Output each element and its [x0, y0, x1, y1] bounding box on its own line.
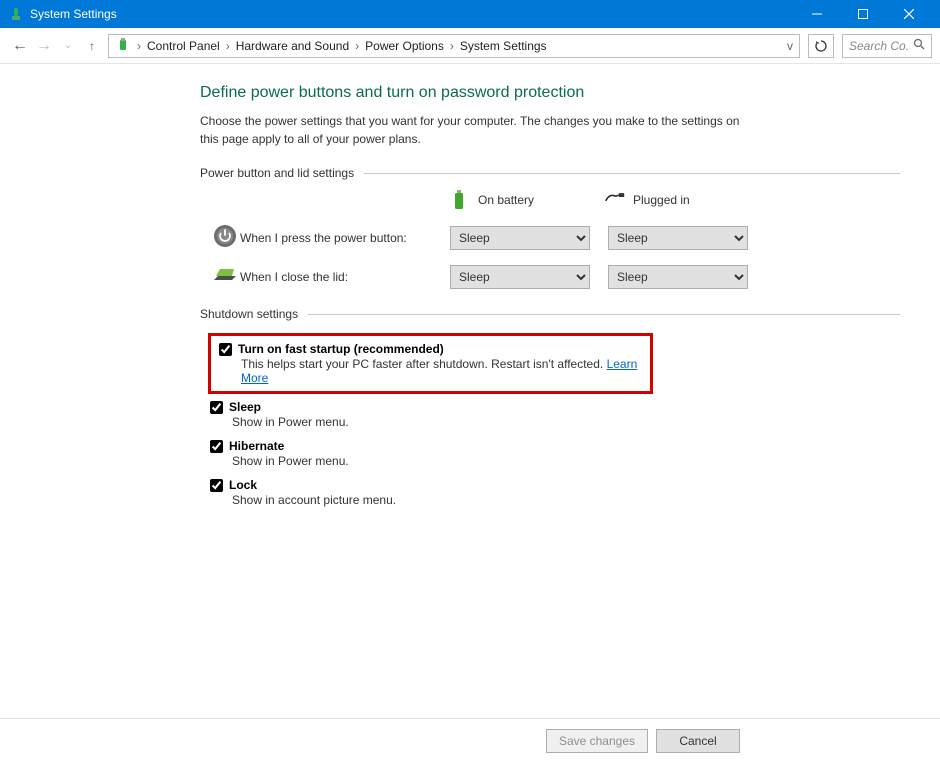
- fast-startup-item: Turn on fast startup (recommended) This …: [219, 342, 642, 385]
- save-changes-button[interactable]: Save changes: [546, 729, 648, 753]
- hibernate-item: Hibernate Show in Power menu.: [210, 439, 900, 468]
- search-box[interactable]: [842, 34, 932, 58]
- fast-startup-label: Turn on fast startup (recommended): [238, 342, 444, 356]
- power-button-plugged-select[interactable]: Sleep: [608, 226, 748, 250]
- power-button-icon: [213, 224, 237, 251]
- close-lid-label: When I close the lid:: [240, 270, 450, 284]
- chevron-right-icon: ›: [226, 39, 230, 53]
- section-shutdown-label: Shutdown settings: [200, 307, 298, 321]
- window-title: System Settings: [30, 7, 794, 21]
- on-battery-label: On battery: [478, 193, 534, 207]
- window-controls: [794, 0, 932, 28]
- fast-startup-description: This helps start your PC faster after sh…: [241, 357, 607, 371]
- plug-icon: [605, 190, 625, 210]
- plugged-in-label: Plugged in: [633, 193, 690, 207]
- nav-recent-dropdown[interactable]: ⌄: [56, 40, 80, 51]
- chevron-right-icon: ›: [137, 39, 141, 53]
- power-button-label: When I press the power button:: [240, 231, 450, 245]
- minimize-button[interactable]: [794, 0, 840, 28]
- breadcrumb-item[interactable]: Control Panel: [147, 39, 220, 53]
- lock-description: Show in account picture menu.: [232, 493, 900, 507]
- footer: Save changes Cancel: [0, 718, 940, 762]
- chevron-right-icon: ›: [450, 39, 454, 53]
- lock-checkbox[interactable]: [210, 479, 223, 492]
- section-shutdown-header: Shutdown settings: [200, 307, 900, 321]
- section-power-header: Power button and lid settings: [200, 166, 900, 180]
- divider: [364, 173, 900, 174]
- power-options-icon: [115, 38, 131, 54]
- page-description: Choose the power settings that you want …: [200, 112, 740, 148]
- close-lid-battery-select[interactable]: Sleep: [450, 265, 590, 289]
- sleep-label: Sleep: [229, 400, 261, 414]
- breadcrumb-item[interactable]: System Settings: [460, 39, 547, 53]
- sleep-item: Sleep Show in Power menu.: [210, 400, 900, 429]
- lock-item: Lock Show in account picture menu.: [210, 478, 900, 507]
- close-lid-row: When I close the lid: Sleep Sleep: [200, 265, 900, 289]
- chevron-right-icon: ›: [355, 39, 359, 53]
- app-icon: [8, 6, 24, 22]
- power-button-row: When I press the power button: Sleep Sle…: [200, 224, 900, 251]
- on-battery-column: On battery: [450, 190, 605, 210]
- lid-icon: [212, 266, 238, 289]
- content-area: Define power buttons and turn on passwor…: [0, 64, 940, 718]
- address-dropdown-icon[interactable]: v: [787, 39, 793, 53]
- nav-back-button[interactable]: ←: [8, 37, 32, 55]
- breadcrumb-item[interactable]: Hardware and Sound: [236, 39, 349, 53]
- fast-startup-checkbox[interactable]: [219, 343, 232, 356]
- maximize-button[interactable]: [840, 0, 886, 28]
- nav-forward-button[interactable]: →: [32, 37, 56, 55]
- battery-icon: [450, 190, 470, 210]
- hibernate-checkbox[interactable]: [210, 440, 223, 453]
- close-lid-plugged-select[interactable]: Sleep: [608, 265, 748, 289]
- hibernate-label: Hibernate: [229, 439, 284, 453]
- section-power-label: Power button and lid settings: [200, 166, 354, 180]
- search-icon[interactable]: [913, 38, 925, 53]
- refresh-button[interactable]: [808, 34, 834, 58]
- lock-label: Lock: [229, 478, 257, 492]
- divider: [308, 314, 900, 315]
- power-button-battery-select[interactable]: Sleep: [450, 226, 590, 250]
- titlebar: System Settings: [0, 0, 940, 28]
- nav-up-button[interactable]: ↑: [80, 39, 104, 53]
- search-input[interactable]: [849, 39, 909, 53]
- close-button[interactable]: [886, 0, 932, 28]
- plugged-in-column: Plugged in: [605, 190, 760, 210]
- page-heading: Define power buttons and turn on passwor…: [200, 84, 900, 102]
- sleep-description: Show in Power menu.: [232, 415, 900, 429]
- column-headers: On battery Plugged in: [200, 190, 900, 210]
- breadcrumb-item[interactable]: Power Options: [365, 39, 444, 53]
- address-bar[interactable]: › Control Panel › Hardware and Sound › P…: [108, 34, 800, 58]
- sleep-checkbox[interactable]: [210, 401, 223, 414]
- shutdown-settings-list: Turn on fast startup (recommended) This …: [200, 333, 900, 507]
- cancel-button[interactable]: Cancel: [656, 729, 740, 753]
- fast-startup-highlight: Turn on fast startup (recommended) This …: [208, 333, 653, 394]
- navbar: ← → ⌄ ↑ › Control Panel › Hardware and S…: [0, 28, 940, 64]
- hibernate-description: Show in Power menu.: [232, 454, 900, 468]
